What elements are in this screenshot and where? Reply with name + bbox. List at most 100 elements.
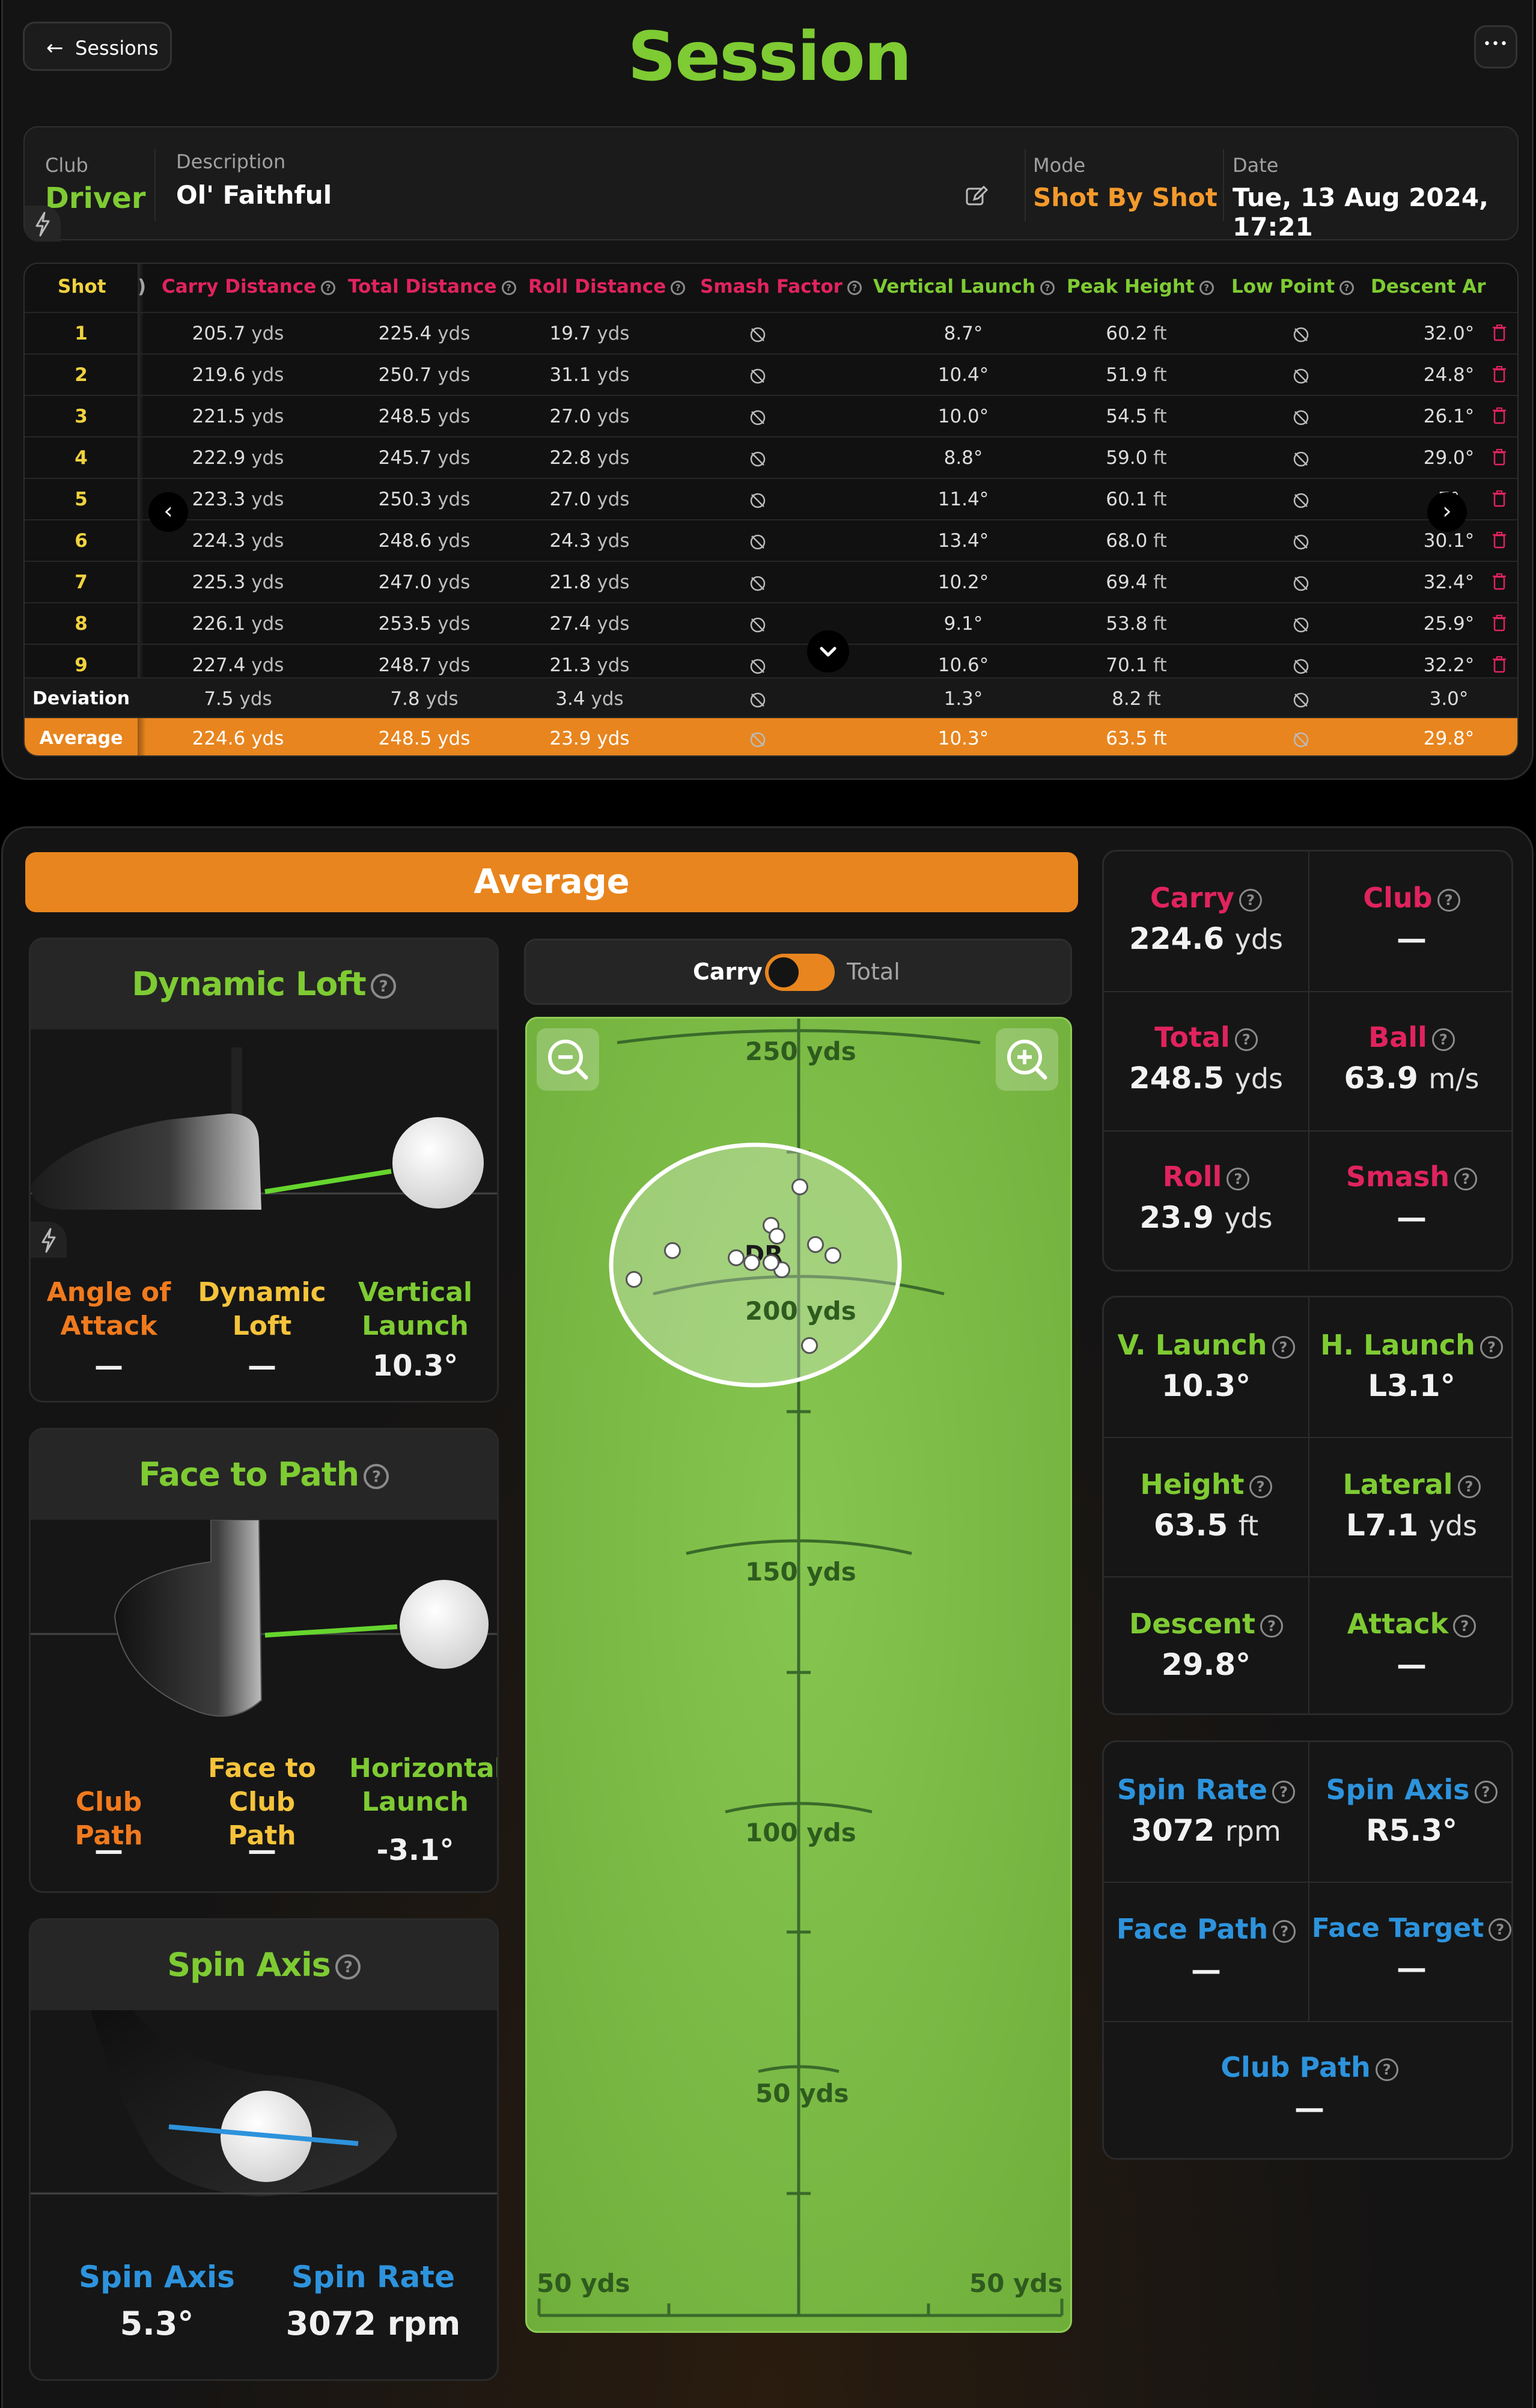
edit-icon[interactable]: [963, 183, 990, 212]
scroll-right-button[interactable]: ›: [1427, 492, 1467, 532]
help-icon: ?: [1457, 1475, 1481, 1498]
cell-low: [1253, 355, 1349, 395]
delete-shot-icon[interactable]: [1492, 490, 1507, 508]
col-carry-distance: Carry Distance?: [162, 276, 336, 297]
shot-number: 7: [75, 572, 88, 593]
help-icon: ?: [370, 974, 396, 999]
launch-stats-card: V. Launch? 10.3° H. Launch? L3.1° Height…: [1102, 1296, 1513, 1715]
table-row[interactable]: 2 219.6 yds 250.7 yds 31.1 yds 10.4° 51.9 ft 2…: [25, 353, 1517, 395]
table-row[interactable]: 6 224.3 yds 248.6 yds 24.3 yds 13.4° 68.0 ft 3…: [25, 519, 1517, 561]
stat-v-launch: V. Launch? 10.3°: [1104, 1329, 1308, 1403]
shot-dot[interactable]: [763, 1254, 779, 1271]
range-label-150: 150 yds: [745, 1557, 856, 1587]
help-icon: ?: [335, 1954, 361, 1980]
delete-shot-icon[interactable]: [1492, 573, 1507, 591]
no-data-icon: [750, 327, 766, 342]
session-panel: ← Sessions Session ••• Club Driver Descr…: [1, 0, 1534, 780]
stat-spin-rate: Spin Rate? 3072 rpm: [1104, 1773, 1308, 1848]
lightning-icon[interactable]: [25, 206, 61, 242]
delete-shot-icon[interactable]: [1492, 656, 1507, 674]
table-row[interactable]: 3 221.5 yds 248.5 yds 27.0 yds 10.0° 54.5 ft 2…: [25, 395, 1517, 437]
no-data-icon: [750, 576, 766, 591]
zoom-out-button[interactable]: [537, 1028, 599, 1091]
stat-club-speed: Club? —: [1308, 882, 1511, 956]
shot-dot[interactable]: [807, 1236, 824, 1253]
shot-dot[interactable]: [664, 1242, 681, 1259]
spin-axis-value: 5.3°: [120, 2305, 194, 2342]
range-label-50: 50 yds: [755, 2079, 849, 2108]
cell-total: 7.8 yds: [390, 688, 459, 710]
carry-total-switch[interactable]: [765, 954, 835, 991]
cell-total: 253.5 yds: [378, 613, 471, 635]
cell-vl: 8.7°: [943, 323, 983, 344]
scroll-left-button[interactable]: ‹: [148, 492, 188, 532]
no-data-icon: [1293, 534, 1309, 549]
shot-dot[interactable]: [791, 1178, 808, 1195]
cell-peak: 68.0 ft: [1106, 530, 1167, 552]
no-data-icon: [1293, 692, 1309, 707]
shot-number: Average: [39, 728, 123, 749]
shot-dot[interactable]: [801, 1337, 818, 1354]
cell-vl: 9.1°: [943, 613, 983, 635]
cell-carry: 219.6 yds: [192, 364, 284, 386]
frozen-column-shade: [138, 718, 146, 755]
cell-peak: 8.2 ft: [1112, 688, 1161, 710]
range-left-lateral: 50 yds: [537, 2269, 630, 2298]
cell-descent: 26.1°: [1423, 406, 1475, 427]
vertical-launch-label: Vertical Launch: [358, 1277, 473, 1341]
description-value: Ol' Faithful: [176, 180, 332, 210]
vertical-launch-value: 10.3°: [372, 1349, 459, 1383]
table-row[interactable]: 1 205.7 yds 225.4 yds 19.7 yds 8.7° 60.2 ft 32…: [25, 312, 1517, 354]
face-to-club-path-value: —: [248, 1833, 276, 1867]
cell-carry: 7.5 yds: [204, 688, 272, 710]
shot-dot[interactable]: [626, 1271, 642, 1288]
cell-smash: [716, 479, 800, 520]
shot-dot[interactable]: [824, 1247, 841, 1264]
more-options-button[interactable]: •••: [1474, 25, 1517, 69]
cell-smash: [716, 396, 800, 437]
range-markings: [537, 1019, 1064, 2317]
delete-shot-icon[interactable]: [1492, 365, 1507, 383]
dispersion-range: 250 yds 200 yds 150 yds 100 yds 50 yds 5…: [525, 1017, 1072, 2333]
shot-dot[interactable]: [743, 1254, 760, 1271]
expand-rows-button[interactable]: [807, 630, 849, 672]
table-row[interactable]: 4 222.9 yds 245.7 yds 22.8 yds 8.8° 59.0 ft 29…: [25, 436, 1517, 478]
delete-shot-icon[interactable]: [1492, 407, 1507, 425]
no-data-icon: [750, 534, 766, 549]
delete-shot-icon[interactable]: [1492, 531, 1507, 549]
cell-roll: 21.8 yds: [549, 572, 630, 593]
shot-dot[interactable]: [769, 1228, 785, 1245]
cell-peak: 53.8 ft: [1106, 613, 1167, 635]
page-title: Session: [627, 18, 912, 96]
cell-low: [1253, 678, 1349, 719]
table-row[interactable]: 5223.3 yds250.3 yds27.0 yds11.4°60.1 ft7…: [25, 478, 1517, 520]
range-label-200: 200 yds: [745, 1296, 856, 1326]
delete-shot-icon[interactable]: [1492, 614, 1507, 632]
lightning-icon[interactable]: [31, 1222, 67, 1258]
stat-smash: Smash? —: [1308, 1160, 1511, 1235]
cell-peak: 59.0 ft: [1106, 447, 1167, 469]
average-banner: Average: [25, 852, 1078, 912]
col-total-distance: Total Distance?: [348, 276, 516, 297]
zoom-in-button[interactable]: [996, 1028, 1058, 1091]
zoom-in-icon: [1007, 1040, 1047, 1080]
delete-shot-icon[interactable]: [1492, 448, 1507, 466]
table-header: Shot ) Carry Distance? Total Distance? R…: [25, 264, 1517, 755]
shot-dot[interactable]: [728, 1249, 745, 1266]
table-row[interactable]: 8 226.1 yds 253.5 yds 27.4 yds 9.1° 53.8 ft 25…: [25, 602, 1517, 644]
help-icon: ?: [1474, 1780, 1498, 1803]
cell-carry: 224.6 yds: [192, 728, 284, 749]
dynamic-loft-title: Dynamic Loft?: [31, 939, 497, 1029]
col-shot: Shot: [58, 276, 106, 297]
shots-table: Shot ) Carry Distance? Total Distance? R…: [23, 263, 1519, 757]
cell-total: 250.3 yds: [378, 489, 471, 510]
table-row[interactable]: 7 225.3 yds 247.0 yds 21.8 yds 10.2° 69.4 ft 3…: [25, 561, 1517, 603]
date-value: Tue, 13 Aug 2024, 17:21: [1233, 183, 1489, 242]
horizontal-launch-label: Horizontal Launch: [349, 1753, 499, 1817]
dynamic-loft-label: Dynamic Loft: [198, 1277, 326, 1341]
cell-descent: 29.0°: [1423, 447, 1475, 469]
col-vertical-launch: Vertical Launch?: [873, 276, 1055, 297]
distance-stats-card: Carry? 224.6 yds Club? — Total? 248.5 yd…: [1102, 850, 1513, 1272]
delete-shot-icon[interactable]: [1492, 324, 1507, 342]
stat-descent: Descent? 29.8°: [1104, 1608, 1308, 1682]
